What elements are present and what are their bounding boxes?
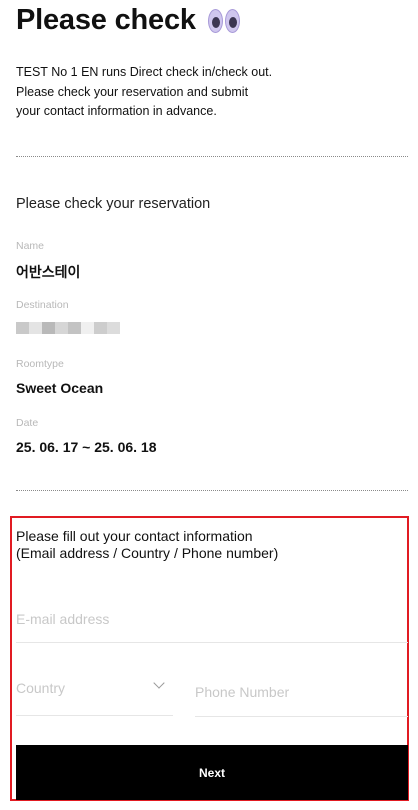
country-select[interactable]: Country [16, 668, 173, 716]
dotted-divider [16, 156, 408, 157]
phone-number-input[interactable] [195, 668, 408, 717]
eye-left-icon [207, 8, 223, 33]
page-title: Please check [16, 4, 196, 36]
title-row: Please check [16, 4, 240, 37]
eyes-icon [207, 8, 240, 33]
roomtype-label: Roomtype [16, 358, 64, 370]
intro-line-1: TEST No 1 EN runs Direct check in/check … [16, 65, 273, 79]
country-placeholder: Country [16, 680, 66, 696]
contact-heading: Please fill out your contact information… [16, 528, 278, 562]
chevron-down-icon [153, 677, 165, 689]
name-value: 어반스테이 [16, 264, 81, 280]
intro-line-2: Please check your reservation and submit [16, 84, 249, 99]
email-input[interactable] [16, 596, 408, 643]
date-label: Date [16, 417, 39, 429]
next-button[interactable]: Next [16, 745, 408, 800]
eye-right-icon [224, 8, 240, 33]
contact-heading-line-2: (Email address / Country / Phone number) [16, 545, 279, 561]
destination-value-redacted [16, 322, 120, 334]
intro-line-3: your contact information in advance. [16, 104, 217, 118]
dotted-divider [16, 490, 408, 491]
destination-label: Destination [16, 299, 69, 311]
roomtype-value: Sweet Ocean [16, 380, 104, 396]
date-value: 25. 06. 17 ~ 25. 06. 18 [16, 439, 157, 455]
intro-text: TEST No 1 EN runs Direct check in/check … [16, 63, 396, 122]
reservation-heading: Please check your reservation [16, 196, 211, 212]
name-label: Name [16, 240, 45, 252]
contact-heading-line-1: Please fill out your contact information [16, 528, 253, 544]
